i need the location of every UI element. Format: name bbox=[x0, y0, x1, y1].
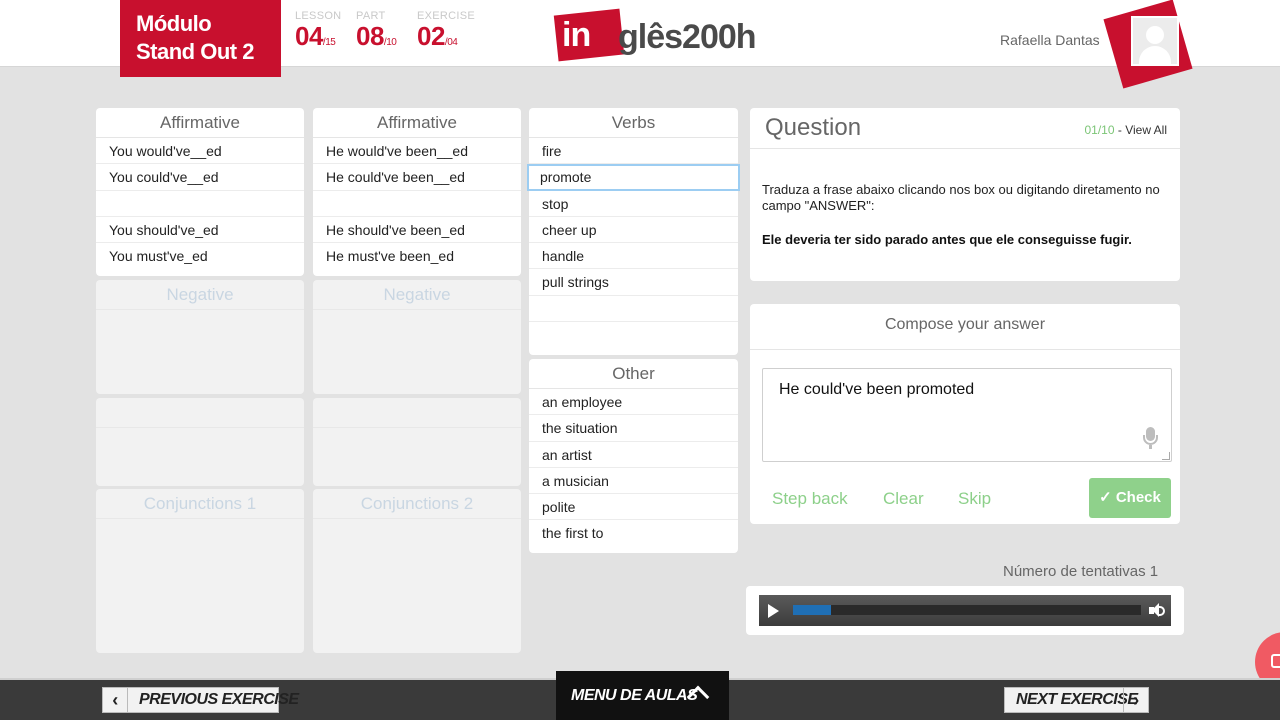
divider bbox=[750, 349, 1180, 350]
word-item[interactable]: a musician bbox=[529, 468, 738, 495]
verbs-box: Verbs fire promote stop cheer up handle … bbox=[527, 108, 740, 355]
negative-box-2: Negative bbox=[313, 280, 521, 394]
word-item-empty: . bbox=[96, 191, 304, 217]
user-name[interactable]: Rafaella Dantas bbox=[1000, 32, 1100, 48]
box-title: Conjunctions 2 bbox=[313, 489, 521, 519]
microphone-icon[interactable] bbox=[1143, 427, 1158, 451]
skip-button[interactable]: Skip bbox=[958, 489, 991, 509]
word-item[interactable]: pull strings bbox=[529, 269, 738, 296]
next-exercise-button[interactable]: Next Exercise › bbox=[1004, 687, 1149, 713]
word-item[interactable]: He should've been_ed bbox=[313, 217, 521, 244]
box-title: Negative bbox=[96, 280, 304, 310]
affirmative-box-1: Affirmative You would've__ed You could'v… bbox=[96, 108, 304, 276]
word-item[interactable]: cheer up bbox=[529, 217, 738, 244]
exercise-value: 02 bbox=[417, 21, 445, 51]
previous-exercise-button[interactable]: ‹ Previous Exercise bbox=[102, 687, 299, 713]
word-item[interactable]: an employee bbox=[529, 389, 738, 416]
box-title: Affirmative bbox=[313, 108, 521, 138]
word-item-empty: . bbox=[529, 296, 738, 323]
attempts-count: Número de tentativas 1 bbox=[1003, 563, 1159, 580]
lesson-total: /15 bbox=[322, 37, 336, 48]
view-all-link[interactable]: - View All bbox=[1118, 123, 1167, 137]
exercise-counter: EXERCISE 02/04 bbox=[417, 10, 475, 57]
word-item[interactable]: an artist bbox=[529, 442, 738, 468]
other-box: Other an employee the situation an artis… bbox=[529, 359, 738, 553]
word-item-selected[interactable]: promote bbox=[527, 164, 740, 191]
part-total: /10 bbox=[383, 37, 397, 48]
question-instruction: Traduza a frase abaixo clicando nos box … bbox=[762, 182, 1160, 213]
word-item[interactable]: fire bbox=[529, 138, 738, 165]
question-sentence: Ele deveria ter sido parado antes que el… bbox=[762, 232, 1132, 247]
previous-exercise-label: Previous Exercise bbox=[139, 691, 299, 708]
lesson-counter: LESSON 04/15 bbox=[295, 10, 341, 57]
volume-icon[interactable] bbox=[1149, 603, 1167, 619]
part-counter: PART 08/10 bbox=[356, 10, 397, 57]
audio-progress-fill bbox=[793, 605, 832, 615]
word-item[interactable]: He could've been__ed bbox=[313, 164, 521, 191]
play-icon[interactable] bbox=[768, 604, 779, 618]
word-item[interactable]: You should've_ed bbox=[96, 217, 304, 244]
question-panel: Question 01/10 - View All Traduza a fras… bbox=[750, 108, 1180, 281]
logo-rest-text: glês200h bbox=[618, 18, 757, 56]
module-line1: Módulo bbox=[136, 11, 212, 36]
answer-input[interactable] bbox=[762, 368, 1172, 462]
box-title: Affirmative bbox=[96, 108, 304, 138]
word-item[interactable]: stop bbox=[529, 191, 738, 217]
module-badge: Módulo Stand Out 2 bbox=[120, 0, 281, 77]
word-item[interactable]: You could've__ed bbox=[96, 164, 304, 191]
resize-handle[interactable] bbox=[1162, 452, 1170, 460]
word-item[interactable]: polite bbox=[529, 494, 738, 521]
empty-box-1 bbox=[96, 398, 304, 486]
lesson-value: 04 bbox=[295, 21, 323, 51]
compose-title: Compose your answer bbox=[884, 316, 1046, 333]
box-title: Conjunctions 1 bbox=[96, 489, 304, 519]
check-button[interactable]: ✓ Check bbox=[1089, 478, 1171, 518]
footer-nav: ‹ Previous Exercise Menu de Aulas Next E… bbox=[0, 671, 1280, 720]
question-counter: 01/10 - View All bbox=[1084, 123, 1167, 137]
box-title-empty bbox=[96, 398, 304, 428]
box-title: Negative bbox=[313, 280, 521, 310]
menu-de-aulas-button[interactable]: Menu de Aulas bbox=[556, 671, 729, 720]
word-item[interactable]: handle bbox=[529, 243, 738, 270]
affirmative-box-2: Affirmative He would've been__ed He coul… bbox=[313, 108, 521, 276]
next-exercise-label: Next Exercise bbox=[1016, 691, 1138, 708]
step-back-button[interactable]: Step back bbox=[772, 489, 848, 509]
negative-box-1: Negative bbox=[96, 280, 304, 394]
exercise-total: /04 bbox=[444, 37, 458, 48]
word-item[interactable]: You would've__ed bbox=[96, 138, 304, 165]
question-index: 01/10 bbox=[1084, 123, 1115, 137]
box-title: Other bbox=[529, 359, 738, 389]
user-avatar-icon[interactable] bbox=[1131, 16, 1179, 66]
audio-player bbox=[746, 586, 1184, 635]
empty-box-2 bbox=[313, 398, 521, 486]
compose-panel: Compose your answer Step back Clear Skip… bbox=[750, 304, 1180, 524]
box-title: Verbs bbox=[529, 108, 738, 138]
chevron-right-icon: › bbox=[1123, 688, 1148, 712]
word-item[interactable]: You must've_ed bbox=[96, 243, 304, 269]
chevron-left-icon: ‹ bbox=[103, 688, 128, 712]
word-item[interactable]: the first to bbox=[529, 520, 738, 546]
box-title-empty bbox=[313, 398, 521, 428]
module-line2: Stand Out 2 bbox=[136, 39, 254, 64]
conjunctions-box-1: Conjunctions 1 bbox=[96, 489, 304, 653]
word-item[interactable]: He must've been_ed bbox=[313, 243, 521, 269]
logo-in-text: in bbox=[562, 16, 591, 54]
menu-label: Menu de Aulas bbox=[571, 687, 698, 704]
audio-controls bbox=[759, 595, 1171, 626]
conjunctions-box-2: Conjunctions 2 bbox=[313, 489, 521, 653]
divider bbox=[750, 148, 1180, 149]
question-title: Question bbox=[765, 114, 862, 141]
audio-progress-bar[interactable] bbox=[793, 605, 1141, 615]
word-item[interactable]: He would've been__ed bbox=[313, 138, 521, 165]
part-value: 08 bbox=[356, 21, 384, 51]
word-item-empty: . bbox=[313, 191, 521, 217]
word-item[interactable]: the situation bbox=[529, 415, 738, 442]
clear-button[interactable]: Clear bbox=[883, 489, 924, 509]
